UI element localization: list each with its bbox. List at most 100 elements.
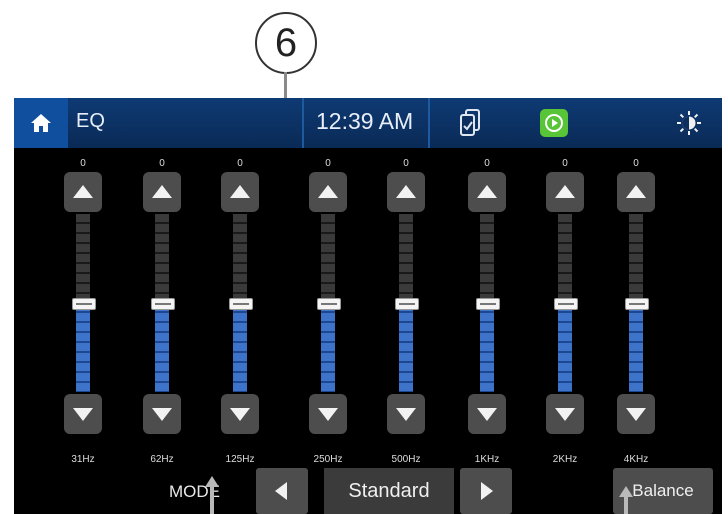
eq-band: 0 bbox=[309, 158, 347, 458]
band-down-button[interactable] bbox=[143, 394, 181, 434]
band-up-button[interactable] bbox=[64, 172, 102, 212]
callout-number: 6 bbox=[255, 12, 317, 74]
page-title: EQ bbox=[76, 110, 105, 132]
band-slider-knob[interactable] bbox=[554, 298, 578, 310]
band-down-button[interactable] bbox=[546, 394, 584, 434]
band-slider-fill bbox=[321, 303, 335, 392]
chevron-left-icon bbox=[275, 482, 287, 500]
band-freq-label: 500Hz bbox=[391, 454, 421, 465]
band-value: 0 bbox=[237, 158, 243, 169]
band-slider-knob[interactable] bbox=[317, 298, 341, 310]
band-up-button[interactable] bbox=[617, 172, 655, 212]
arrow-up-icon bbox=[73, 185, 93, 198]
band-up-button[interactable] bbox=[387, 172, 425, 212]
band-down-button[interactable] bbox=[309, 394, 347, 434]
band-slider-track[interactable] bbox=[151, 214, 175, 392]
band-slider-fill bbox=[629, 303, 643, 392]
arrow-down-icon bbox=[73, 408, 93, 421]
band-value: 0 bbox=[325, 158, 331, 169]
band-slider-track[interactable] bbox=[229, 214, 253, 392]
arrow-up-icon bbox=[477, 185, 497, 198]
band-down-button[interactable] bbox=[617, 394, 655, 434]
band-value: 0 bbox=[80, 158, 86, 169]
band-up-button[interactable] bbox=[143, 172, 181, 212]
band-slider-knob[interactable] bbox=[229, 298, 253, 310]
arrow-up-icon bbox=[152, 185, 172, 198]
arrow-down-icon bbox=[555, 408, 575, 421]
arrow-down-icon bbox=[152, 408, 172, 421]
arrow-down-icon bbox=[626, 408, 646, 421]
brightness-icon[interactable] bbox=[676, 110, 702, 136]
band-freq-label: 2KHz bbox=[552, 454, 578, 465]
band-slider-track[interactable] bbox=[72, 214, 96, 392]
band-freq-label: 4KHz bbox=[623, 454, 649, 465]
arrow-down-icon bbox=[230, 408, 250, 421]
chevron-right-icon bbox=[481, 482, 493, 500]
eq-screen: EQ 12:39 AM 031Hz062Hz0125Hz0250H bbox=[14, 98, 722, 514]
band-slider-knob[interactable] bbox=[476, 298, 500, 310]
band-slider-fill bbox=[558, 303, 572, 392]
band-up-button[interactable] bbox=[309, 172, 347, 212]
divider bbox=[302, 98, 304, 148]
band-slider-fill bbox=[155, 303, 169, 392]
arrow-down-icon bbox=[318, 408, 338, 421]
eq-band: 0 bbox=[617, 158, 655, 458]
arrow-down-icon bbox=[396, 408, 416, 421]
band-value: 0 bbox=[159, 158, 165, 169]
eq-band: 0 bbox=[64, 158, 102, 458]
band-slider-knob[interactable] bbox=[625, 298, 649, 310]
band-value: 0 bbox=[562, 158, 568, 169]
annotation-arrow-head bbox=[205, 476, 219, 487]
arrow-up-icon bbox=[396, 185, 416, 198]
eq-band: 0 bbox=[546, 158, 584, 458]
band-slider-track[interactable] bbox=[625, 214, 649, 392]
eq-band: 0 bbox=[143, 158, 181, 458]
band-down-button[interactable] bbox=[221, 394, 259, 434]
band-down-button[interactable] bbox=[64, 394, 102, 434]
eq-band: 0 bbox=[468, 158, 506, 458]
band-slider-knob[interactable] bbox=[151, 298, 175, 310]
band-slider-track[interactable] bbox=[317, 214, 341, 392]
clock: 12:39 AM bbox=[316, 108, 414, 134]
band-freq-label: 125Hz bbox=[225, 454, 255, 465]
home-icon bbox=[31, 114, 51, 132]
band-slider-knob[interactable] bbox=[72, 298, 96, 310]
band-up-button[interactable] bbox=[221, 172, 259, 212]
band-up-button[interactable] bbox=[468, 172, 506, 212]
mode-value: Standard bbox=[324, 468, 454, 514]
band-slider-fill bbox=[399, 303, 413, 392]
band-freq-label: 31Hz bbox=[71, 454, 95, 465]
top-bar: EQ 12:39 AM bbox=[14, 98, 722, 148]
band-freq-label: 62Hz bbox=[150, 454, 174, 465]
arrow-up-icon bbox=[318, 185, 338, 198]
home-button[interactable] bbox=[14, 98, 68, 148]
annotation-arrow bbox=[624, 496, 628, 514]
band-up-button[interactable] bbox=[546, 172, 584, 212]
divider bbox=[428, 98, 430, 148]
mode-next-button[interactable] bbox=[460, 468, 512, 514]
arrow-up-icon bbox=[626, 185, 646, 198]
arrow-down-icon bbox=[477, 408, 497, 421]
band-slider-fill bbox=[233, 303, 247, 392]
band-freq-label: 250Hz bbox=[313, 454, 343, 465]
eq-band: 0 bbox=[387, 158, 425, 458]
band-slider-track[interactable] bbox=[476, 214, 500, 392]
band-value: 0 bbox=[403, 158, 409, 169]
mode-prev-button[interactable] bbox=[256, 468, 308, 514]
band-value: 0 bbox=[484, 158, 490, 169]
carplay-icon[interactable] bbox=[540, 109, 568, 137]
band-slider-knob[interactable] bbox=[395, 298, 419, 310]
eq-band: 0 bbox=[221, 158, 259, 458]
band-down-button[interactable] bbox=[387, 394, 425, 434]
band-down-button[interactable] bbox=[468, 394, 506, 434]
band-slider-track[interactable] bbox=[395, 214, 419, 392]
band-slider-fill bbox=[76, 303, 90, 392]
arrow-up-icon bbox=[555, 185, 575, 198]
band-value: 0 bbox=[633, 158, 639, 169]
annotation-arrow-head bbox=[619, 486, 633, 497]
band-slider-fill bbox=[480, 303, 494, 392]
arrow-up-icon bbox=[230, 185, 250, 198]
phone-mirror-icon[interactable] bbox=[459, 109, 481, 137]
band-slider-track[interactable] bbox=[554, 214, 578, 392]
annotation-arrow bbox=[210, 486, 214, 514]
